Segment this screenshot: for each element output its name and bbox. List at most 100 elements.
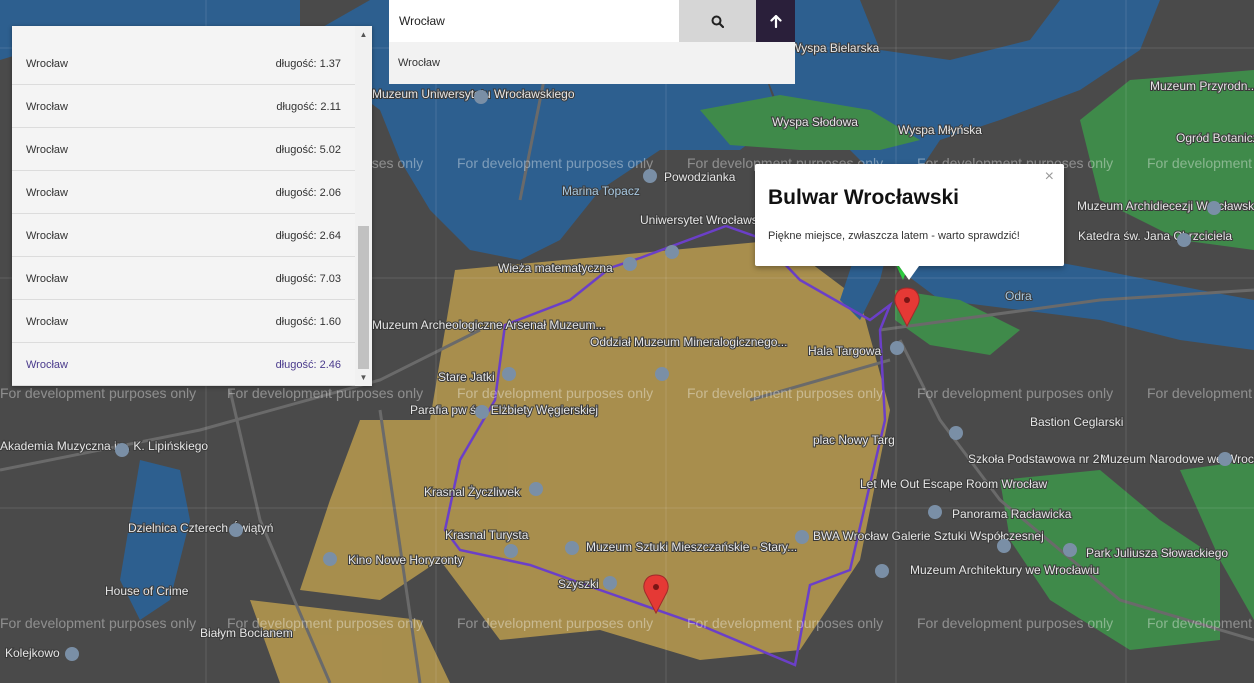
svg-text:For development purposes only: For development purposes only [457, 615, 653, 631]
label-katedra: Katedra św. Jana Chrzciciela [1078, 229, 1232, 243]
label-let-me-out: Let Me Out Escape Room Wrocław [860, 477, 1048, 491]
label-wyspa-mlynska: Wyspa Młyńska [898, 123, 982, 137]
label-muzeum-uniwersytetu: Muzeum Uniwersytetu Wrocławskiego [372, 87, 575, 101]
svg-text:For development purposes only: For development purposes only [0, 615, 196, 631]
route-length: długość: 7.03 [275, 272, 341, 285]
close-icon[interactable]: × [1045, 168, 1054, 186]
label-powodzianka: Powodzianka [664, 170, 736, 184]
svg-text:For development purposes only: For development purposes only [1147, 155, 1254, 171]
label-panorama: Panorama Racławicka [952, 507, 1072, 521]
scroll-top-button[interactable] [756, 0, 795, 42]
search-box: Wrocław [389, 0, 795, 84]
scroll-down-arrow-icon[interactable]: ▼ [355, 369, 372, 386]
museum-icon [1207, 201, 1221, 215]
route-list-item[interactable]: Wrocław długość: 5.02 [12, 129, 355, 171]
label-ogrod: Ogród Botaniczny Uniwersytet... [1176, 131, 1254, 145]
svg-text:For development purposes only: For development purposes only [0, 385, 196, 401]
label-kolejkowo: Kolejkowo [5, 646, 60, 660]
route-length: długość: 5.02 [275, 143, 341, 156]
label-house-of-crime: House of Crime [105, 584, 189, 598]
poi-icon [643, 169, 657, 183]
route-list-scrollbar[interactable]: ▲ ▼ [355, 26, 372, 386]
label-muzeum-sztuki: Muzeum Sztuki Mieszczańskie - Stary... [586, 540, 797, 554]
route-list-item[interactable]: Wrocław długość: 2.64 [12, 215, 355, 257]
label-muzeum-przyrodnicze: Muzeum Przyrodn... [1150, 79, 1254, 93]
church-icon [475, 405, 489, 419]
park-icon [1063, 543, 1077, 557]
route-city: Wrocław [26, 272, 68, 285]
info-window-tail [899, 266, 919, 280]
route-list-item[interactable]: Wrocław długość: 2.11 [12, 86, 355, 128]
svg-text:For development purposes only: For development purposes only [1147, 385, 1254, 401]
label-wieza: Wieża matematyczna [498, 261, 613, 275]
label-hala-targowa: Hala Targowa [808, 344, 881, 358]
search-button[interactable] [679, 0, 756, 42]
route-city: Wrocław [26, 186, 68, 199]
route-city: Wrocław [26, 358, 68, 371]
monument-icon [603, 576, 617, 590]
svg-text:For development purposes only: For development purposes only [687, 385, 883, 401]
landmark-icon [623, 257, 637, 271]
scroll-thumb[interactable] [358, 226, 369, 369]
shopping-icon [502, 367, 516, 381]
info-window-description: Piękne miejsce, zwłaszcza latem - warto … [768, 230, 1020, 242]
museum-icon [1218, 452, 1232, 466]
route-city: Wrocław [26, 315, 68, 328]
search-input[interactable] [389, 0, 679, 42]
map-info-window: Bulwar Wrocławski Piękne miejsce, zwłasz… [755, 164, 1064, 280]
museum-icon [655, 367, 669, 381]
label-krasnal-zyczliwek: Krasnal Życzliwek [424, 485, 521, 499]
label-wyspa-slodowa: Wyspa Słodowa [772, 115, 858, 129]
svg-text:For development purposes only: For development purposes only [917, 615, 1113, 631]
route-list-panel[interactable]: Wrocław długość: 1.37 Wrocław długość: 2… [12, 26, 372, 386]
label-bastion: Bastion Ceglarski [1030, 415, 1123, 429]
museum-icon [795, 530, 809, 544]
route-list-item-selected[interactable]: Wrocław długość: 2.46 [12, 344, 355, 386]
label-dzielnica: Dzielnica Czterech Świątyń [128, 520, 273, 535]
route-list-item[interactable]: Wrocław długość: 1.60 [12, 301, 355, 343]
route-length: długość: 1.60 [275, 315, 341, 328]
label-park: Park Juliusza Słowackiego [1086, 546, 1228, 560]
label-akademia: Akademia Muzyczna im. K. Lipińskiego [0, 439, 208, 453]
search-icon [711, 15, 724, 28]
label-plac-nowy-targ: plac Nowy Targ [813, 433, 895, 447]
label-marina-topacz: Marina Topacz [562, 184, 640, 198]
church-icon [1177, 233, 1191, 247]
route-city: Wrocław [26, 143, 68, 156]
church-icon [229, 523, 243, 537]
route-length: długość: 2.64 [275, 229, 341, 242]
museum-icon [474, 90, 488, 104]
route-city: Wrocław [26, 229, 68, 242]
movie-icon [323, 552, 337, 566]
museum-icon [928, 505, 942, 519]
label-wyspa-bielarska: Wyspa Bielarska [790, 41, 880, 55]
label-bwa: BWA Wrocław Galerie Sztuki Współczesnej [813, 529, 1044, 543]
label-krasnal-turysta: Krasnal Turysta [445, 528, 529, 542]
route-length: długość: 1.37 [275, 57, 341, 70]
search-suggestion[interactable]: Wrocław [389, 42, 795, 84]
svg-text:For development purposes only: For development purposes only [687, 615, 883, 631]
label-parafia: Parafia pw św. Elżbiety Węgierskiej [410, 403, 598, 417]
label-stare-jatki: Stare Jatki [438, 370, 495, 384]
route-list-item[interactable]: Wrocław długość: 7.03 [12, 258, 355, 300]
label-bialym-bocianem: Białym Bocianem [200, 626, 293, 640]
route-list-item[interactable]: Wrocław długość: 2.06 [12, 172, 355, 214]
poi-icon [65, 647, 79, 661]
university-icon [997, 539, 1011, 553]
route-city: Wrocław [26, 57, 68, 70]
label-muzeum-architektury: Muzeum Architektury we Wrocławiu [910, 563, 1099, 577]
scroll-up-arrow-icon[interactable]: ▲ [355, 26, 372, 43]
svg-text:For development purposes only: For development purposes only [457, 385, 653, 401]
university-icon [115, 443, 129, 457]
label-uniwersytet: Uniwersytet Wrocławski [640, 213, 766, 227]
route-list-item[interactable]: Wrocław długość: 1.37 [12, 43, 355, 85]
route-length: długość: 2.46 [275, 358, 341, 371]
label-kino: Kino Nowe Horyzonty [348, 553, 463, 567]
svg-text:For development purposes only: For development purposes only [227, 385, 423, 401]
route-length: długość: 2.06 [275, 186, 341, 199]
label-odra: Odra [1005, 289, 1032, 303]
svg-text:For development purposes only: For development purposes only [457, 155, 653, 171]
label-szyszki: Szyszki [558, 577, 599, 591]
university-icon [665, 245, 679, 259]
route-city: Wrocław [26, 100, 68, 113]
